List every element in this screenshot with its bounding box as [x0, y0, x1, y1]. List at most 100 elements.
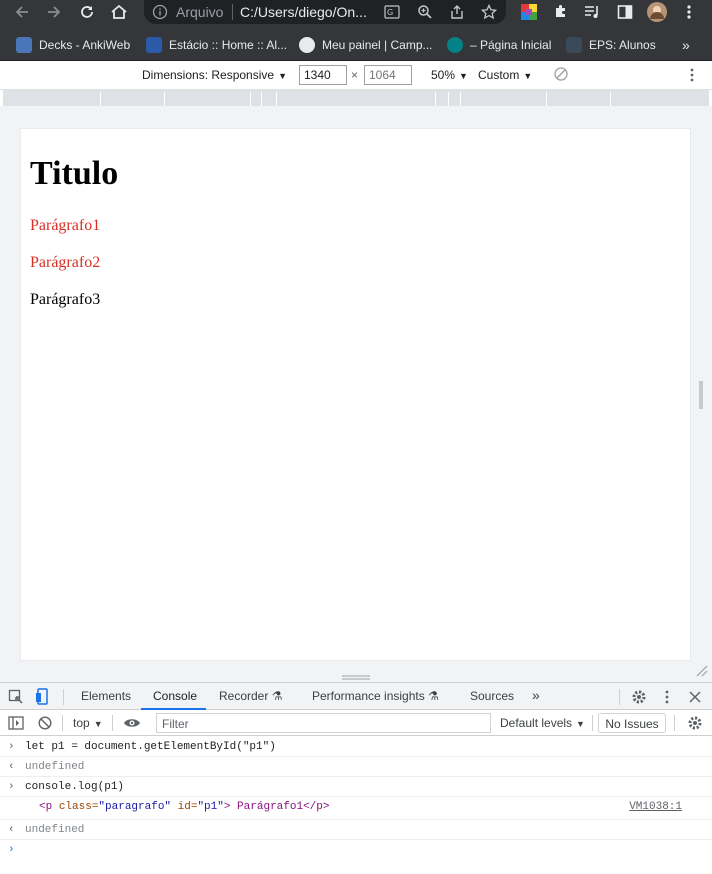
bookmark-pagina-inicial[interactable]: – Página Inicial: [447, 35, 551, 55]
issues-button[interactable]: No Issues: [598, 713, 666, 733]
throttle-dropdown[interactable]: Custom ▼: [478, 68, 532, 82]
bookmark-label: EPS: Alunos: [589, 38, 656, 52]
zoom-icon[interactable]: [415, 3, 435, 21]
filter-input[interactable]: Filter: [156, 713, 491, 733]
resize-handle-right[interactable]: [699, 381, 703, 409]
bookmark-label: Decks - AnkiWeb: [39, 38, 131, 52]
width-input[interactable]: [299, 65, 347, 85]
globe-icon: [299, 37, 315, 53]
dimensions-label: Dimensions: Responsive: [142, 68, 275, 82]
eps-icon: [566, 37, 582, 53]
source-link[interactable]: VM1038:1: [629, 801, 682, 813]
console-result-line: ‹ undefined: [0, 820, 712, 840]
info-icon[interactable]: [152, 4, 168, 25]
bookmark-label: – Página Inicial: [470, 38, 552, 52]
bookmark-star-icon[interactable]: [479, 3, 499, 21]
tab-elements[interactable]: Elements: [81, 689, 131, 703]
element-content: > Parágrafo1</p>: [223, 801, 330, 813]
device-menu-icon[interactable]: [690, 68, 694, 85]
more-tabs-button[interactable]: »: [532, 687, 540, 703]
sidebar-toggle-icon[interactable]: [6, 713, 26, 733]
console-code: let p1 = document.getElementById("p1"): [25, 741, 276, 753]
live-expression-eye-icon[interactable]: [122, 713, 142, 733]
emulated-page: Titulo Parágrafo1 Parágrafo2 Parágrafo3: [20, 128, 691, 661]
divider: [232, 4, 233, 20]
settings-gear-icon[interactable]: [629, 687, 649, 707]
throttle-label: Custom: [478, 68, 520, 82]
zoom-dropdown[interactable]: 50% ▼: [431, 68, 468, 82]
paragraph-2: Parágrafo2: [30, 254, 101, 271]
console-result: undefined: [25, 824, 85, 836]
estacio-icon: [146, 37, 162, 53]
tab-recorder[interactable]: Recorder ⚗: [219, 689, 282, 703]
reload-button[interactable]: [73, 0, 101, 24]
color-extension-icon[interactable]: [518, 2, 540, 22]
profile-avatar-icon[interactable]: [646, 2, 668, 22]
console-settings-gear-icon[interactable]: [685, 713, 705, 733]
tab-performance-insights[interactable]: Performance insights ⚗: [312, 689, 439, 703]
resize-handle-bottom[interactable]: [342, 668, 370, 680]
tab-sources[interactable]: Sources: [470, 689, 514, 703]
translate-icon[interactable]: G: [382, 3, 402, 21]
forward-button[interactable]: [40, 0, 68, 24]
clear-console-icon[interactable]: [35, 713, 55, 733]
bookmarks-bar: Decks - AnkiWeb Estácio :: Home :: Al...…: [0, 29, 712, 61]
console-log-line[interactable]: <p class="paragrafo" id="p1"> Parágrafo1…: [0, 797, 712, 820]
extensions-puzzle-icon[interactable]: [550, 2, 572, 22]
inspect-element-icon[interactable]: [6, 687, 26, 707]
side-panel-icon[interactable]: [614, 2, 636, 22]
share-icon[interactable]: [447, 3, 467, 21]
caret-down-icon: ▼: [576, 719, 585, 729]
close-devtools-icon[interactable]: [685, 687, 705, 707]
paragraph-1: Parágrafo1: [30, 217, 101, 234]
back-arrow-icon: [15, 6, 28, 18]
logged-element[interactable]: <p class="paragrafo" id="p1"> Parágrafo1…: [39, 801, 329, 813]
browser-toolbar: Arquivo C:/Users/diego/On... G: [0, 0, 712, 29]
context-dropdown[interactable]: top ▼: [73, 716, 103, 730]
dimensions-dropdown[interactable]: Dimensions: Responsive ▼: [142, 68, 287, 82]
forward-arrow-icon: [48, 6, 61, 18]
devtools-tabstrip: Elements Console Recorder ⚗ Performance …: [0, 682, 712, 710]
tab-label: Recorder: [219, 689, 269, 703]
device-toggle-icon[interactable]: [33, 687, 53, 707]
console-input-line[interactable]: › let p1 = document.getElementById("p1"): [0, 737, 712, 757]
device-toolbar: Dimensions: Responsive▼ × 50%▼ Custom▼: [0, 61, 712, 90]
height-input[interactable]: [364, 65, 412, 85]
console-code: console.log(p1): [25, 781, 125, 793]
caret-down-icon: ▼: [278, 71, 287, 81]
bookmark-eps-alunos[interactable]: EPS: Alunos: [566, 35, 656, 55]
caret-down-icon: ▼: [93, 719, 103, 729]
browser-menu-icon[interactable]: [678, 2, 700, 22]
result-arrow-icon: ‹: [8, 824, 15, 836]
zoom-label: 50%: [431, 68, 456, 82]
tab-label: Performance insights: [312, 689, 425, 703]
caret-down-icon: ▼: [523, 71, 533, 81]
home-button[interactable]: [105, 0, 133, 24]
resize-handle-corner[interactable]: [694, 663, 708, 677]
sharepoint-icon: [447, 37, 463, 53]
prompt-chevron-icon: ›: [8, 844, 15, 856]
reload-icon: [81, 6, 93, 18]
devtools-menu-icon[interactable]: [657, 687, 677, 707]
media-query-bar[interactable]: [3, 90, 709, 106]
console-input-line[interactable]: › console.log(p1): [0, 777, 712, 797]
bookmark-estacio[interactable]: Estácio :: Home :: Al...: [146, 35, 287, 55]
tab-console[interactable]: Console: [153, 689, 197, 703]
flask-icon: ⚗: [428, 689, 439, 703]
rotate-icon[interactable]: [553, 66, 569, 85]
console-toolbar: top ▼ Filter Default levels ▼ No Issues: [0, 710, 712, 736]
flask-icon: ⚗: [271, 689, 283, 703]
back-button[interactable]: [8, 0, 36, 24]
more-bookmarks-button[interactable]: »: [682, 35, 690, 55]
bookmark-meu-painel[interactable]: Meu painel | Camp...: [299, 35, 433, 55]
log-levels-dropdown[interactable]: Default levels ▼: [500, 716, 585, 730]
console-result-line: ‹ undefined: [0, 757, 712, 777]
attr-name: id=: [171, 801, 198, 813]
bookmark-ankiweb[interactable]: Decks - AnkiWeb: [16, 35, 130, 55]
url-text[interactable]: C:/Users/diego/On...: [240, 4, 367, 20]
prompt-chevron-icon: ›: [8, 781, 15, 793]
console-prompt[interactable]: ›: [0, 840, 712, 860]
address-bar[interactable]: Arquivo C:/Users/diego/On... G: [144, 0, 506, 24]
paragraph-3: Parágrafo3: [30, 291, 101, 308]
media-control-icon[interactable]: [582, 2, 604, 22]
